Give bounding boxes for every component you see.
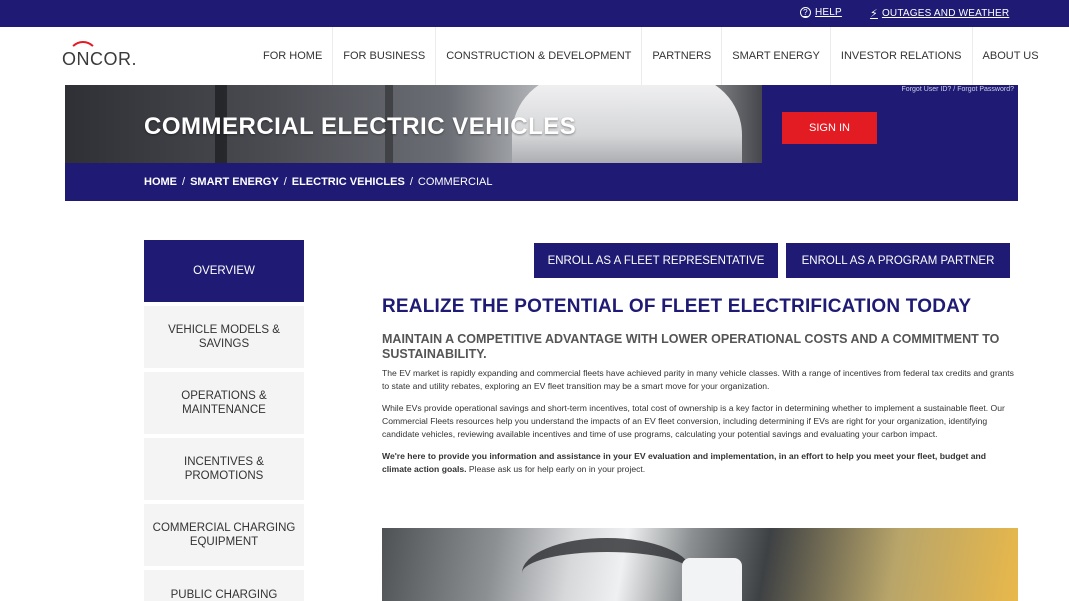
nav-smart-energy[interactable]: SMART ENERGY <box>722 27 831 85</box>
nav-about-us[interactable]: ABOUT US <box>973 27 1049 85</box>
lightning-icon: ⚡ <box>870 8 878 20</box>
sidebar-item-vehicle-models-savings[interactable]: VEHICLE MODELS & SAVINGS <box>144 306 304 368</box>
page-title: COMMERCIAL ELECTRIC VEHICLES <box>144 113 577 140</box>
help-paragraph-rest: Please ask us for help early on in your … <box>466 464 646 474</box>
signin-panel: Forgot User ID? / Forgot Password? SIGN … <box>762 85 1018 201</box>
main-content: REALIZE THE POTENTIAL OF FLEET ELECTRIFI… <box>382 296 1018 476</box>
breadcrumb-home[interactable]: HOME <box>144 176 177 188</box>
outages-label: OUTAGES AND WEATHER <box>881 8 1010 19</box>
enroll-program-partner-button[interactable]: ENROLL AS A PROGRAM PARTNER <box>786 243 1010 278</box>
nav-for-business[interactable]: FOR BUSINESS <box>333 27 437 85</box>
breadcrumb-commercial: COMMERCIAL <box>417 176 493 188</box>
nav-for-home[interactable]: FOR HOME <box>253 27 334 85</box>
sidebar-item-incentives-promotions[interactable]: INCENTIVES & PROMOTIONS <box>144 438 304 500</box>
nav-partners[interactable]: PARTNERS <box>642 27 723 85</box>
forgot-user-id-link[interactable]: Forgot User ID? <box>902 86 952 93</box>
ev-charging-photo <box>382 528 1018 601</box>
question-circle-icon: ? <box>800 7 811 18</box>
sidebar-nav: OVERVIEW VEHICLE MODELS & SAVINGS OPERAT… <box>144 240 304 601</box>
enroll-fleet-representative-button[interactable]: ENROLL AS A FLEET REPRESENTATIVE <box>534 243 778 278</box>
forgot-links: Forgot User ID? / Forgot Password? <box>902 86 1014 93</box>
section-heading: REALIZE THE POTENTIAL OF FLEET ELECTRIFI… <box>382 296 972 317</box>
outages-link[interactable]: ⚡ OUTAGES AND WEATHER <box>870 7 1009 20</box>
charging-hose <box>522 538 692 601</box>
sidebar-item-commercial-charging-equipment[interactable]: COMMERCIAL CHARGING EQUIPMENT <box>144 504 304 566</box>
breadcrumb-separator: / <box>182 176 186 188</box>
breadcrumb-separator: / <box>283 176 287 188</box>
section-subheading: MAINTAIN A COMPETITIVE ADVANTAGE WITH LO… <box>382 332 1000 361</box>
intro-paragraph: The EV market is rapidly expanding and c… <box>382 368 1014 391</box>
sidebar-item-operations-maintenance[interactable]: OPERATIONS & MAINTENANCE <box>144 372 304 434</box>
body-paragraph: While EVs provide operational savings an… <box>382 403 1005 439</box>
help-label: HELP <box>815 7 842 18</box>
help-link[interactable]: ? HELP <box>800 7 842 18</box>
breadcrumb-electric-vehicles[interactable]: ELECTRIC VEHICLES <box>292 176 405 188</box>
sign-in-button[interactable]: SIGN IN <box>782 112 877 144</box>
help-paragraph: We're here to provide you information an… <box>382 450 1018 476</box>
breadcrumb-smart-energy[interactable]: SMART ENERGY <box>190 176 279 188</box>
sidebar-item-public-charging[interactable]: PUBLIC CHARGING <box>144 570 304 601</box>
breadcrumb: HOME / SMART ENERGY / ELECTRIC VEHICLES … <box>144 176 492 188</box>
nav-construction-development[interactable]: CONSTRUCTION & DEVELOPMENT <box>436 27 643 85</box>
nav-investor-relations[interactable]: INVESTOR RELATIONS <box>831 27 973 85</box>
oncor-logo[interactable]: ONCOR. <box>62 39 142 73</box>
breadcrumb-separator: / <box>409 176 413 188</box>
forgot-password-link[interactable]: Forgot Password? <box>957 86 1014 93</box>
charger-handle <box>682 558 742 601</box>
site-header: ONCOR. FOR HOME FOR BUSINESS CONSTRUCTIO… <box>0 27 1069 85</box>
logo-text: ONCOR. <box>62 49 137 69</box>
forgot-separator: / <box>953 86 956 93</box>
main-nav: FOR HOME FOR BUSINESS CONSTRUCTION & DEV… <box>253 27 1049 85</box>
utility-bar: ? HELP ⚡ OUTAGES AND WEATHER <box>0 0 1069 27</box>
sidebar-item-overview[interactable]: OVERVIEW <box>144 240 304 302</box>
hero-banner: COMMERCIAL ELECTRIC VEHICLES HOME / SMAR… <box>65 85 1018 201</box>
